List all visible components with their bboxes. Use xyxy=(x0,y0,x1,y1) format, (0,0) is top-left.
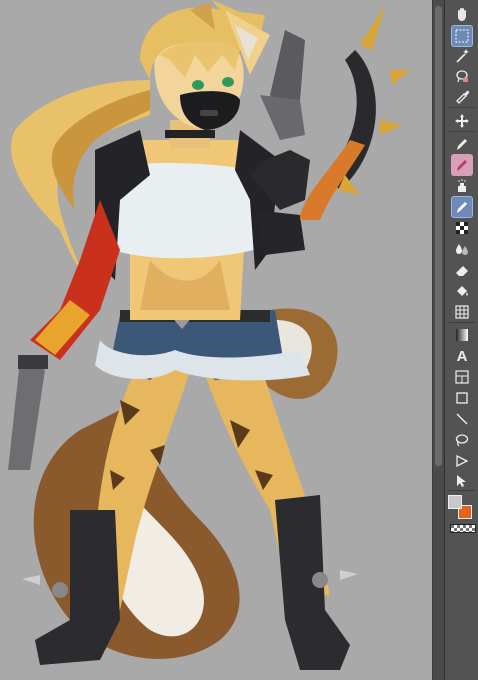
move-icon xyxy=(455,114,469,128)
ellipse-tool[interactable] xyxy=(451,429,473,451)
pen-tool[interactable] xyxy=(451,133,473,155)
drawing-canvas[interactable] xyxy=(0,0,432,680)
tool-palette: A xyxy=(444,0,478,680)
grid-icon xyxy=(455,305,469,319)
move-tool[interactable] xyxy=(451,110,473,132)
brush-icon xyxy=(457,202,467,213)
auto-select-tool[interactable] xyxy=(451,45,473,67)
toolbar-separator xyxy=(449,490,475,491)
ruler-tool[interactable] xyxy=(451,450,473,472)
object-select-tool[interactable] xyxy=(451,470,473,492)
lasso-fill-icon xyxy=(456,70,468,83)
ruler-icon xyxy=(456,454,469,468)
frame-icon xyxy=(455,370,469,384)
scrollbar-thumb[interactable] xyxy=(435,6,442,466)
line-tool[interactable] xyxy=(451,408,473,430)
blend-tool[interactable] xyxy=(451,238,473,260)
select-layer-tool[interactable] xyxy=(451,25,473,47)
text-icon: A xyxy=(456,347,468,365)
rectangle-tool[interactable] xyxy=(451,387,473,409)
line-icon xyxy=(456,413,468,425)
grid-tool[interactable] xyxy=(451,301,473,323)
bucket-icon xyxy=(457,286,468,296)
airbrush-tool[interactable] xyxy=(451,175,473,197)
gradient-icon xyxy=(456,329,468,341)
drops-icon xyxy=(456,244,468,255)
pen-icon xyxy=(457,139,467,150)
brush-tool[interactable] xyxy=(451,196,473,218)
toolbar-separator xyxy=(449,131,475,132)
eraser-tool[interactable] xyxy=(451,259,473,281)
foreground-color-swatch[interactable] xyxy=(448,495,462,509)
airbrush-icon xyxy=(458,179,466,192)
fill-tool[interactable] xyxy=(451,280,473,302)
character-illustration xyxy=(8,0,410,670)
pencil-icon xyxy=(457,160,467,171)
pencil-tool[interactable] xyxy=(451,154,473,176)
toolbar-separator xyxy=(449,322,475,323)
frame-tool[interactable] xyxy=(451,366,473,388)
arrow-icon xyxy=(457,475,466,487)
checker-icon xyxy=(456,222,468,234)
hand-tool[interactable] xyxy=(451,3,473,25)
pattern-tool[interactable] xyxy=(451,217,473,239)
text-tool[interactable]: A xyxy=(451,345,473,367)
rectangle-icon xyxy=(456,392,468,404)
magic-wand-icon xyxy=(456,49,469,63)
eyedropper-icon xyxy=(456,90,470,104)
transparent-color-swatch[interactable] xyxy=(450,524,476,533)
gradient-tool[interactable] xyxy=(451,324,473,346)
eraser-icon xyxy=(456,266,468,276)
select-layer-icon xyxy=(455,29,469,43)
hand-icon xyxy=(458,8,466,21)
lasso-icon xyxy=(455,434,469,447)
left-pistol xyxy=(8,360,45,470)
eyedropper-tool[interactable] xyxy=(451,85,473,107)
toolbar-separator xyxy=(449,107,475,108)
lasso-fill-tool[interactable] xyxy=(451,65,473,87)
